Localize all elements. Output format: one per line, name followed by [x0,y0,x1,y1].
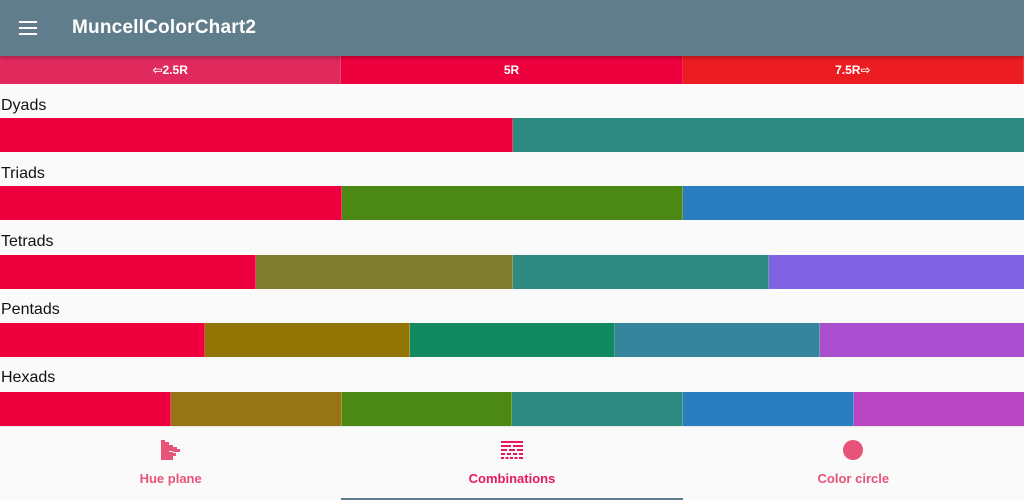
color-swatch[interactable] [205,323,410,357]
color-swatch[interactable] [0,255,257,289]
color-swatch[interactable] [410,323,615,357]
color-swatch[interactable] [615,323,820,357]
group-label-hexads: Hexads [1,369,56,386]
color-swatch[interactable] [0,118,513,152]
group-label-triads: Triads [1,165,45,182]
color-swatch[interactable] [0,392,171,426]
hue-plane-icon [158,437,184,463]
swatch-row-pentads [0,323,1024,357]
color-circle-icon [840,437,866,463]
color-swatch[interactable] [0,186,342,220]
combinations-content: Dyads Triads Tetrads Pentads Hexads [0,84,1024,426]
hue-tab-current[interactable]: 5R [341,56,683,84]
color-swatch[interactable] [170,392,342,426]
nav-label-color-circle: Color circle [817,471,890,486]
color-swatch[interactable] [341,186,684,220]
nav-hue-plane[interactable]: Hue plane [0,427,341,500]
nav-label-combinations: Combinations [468,471,556,486]
menu-button[interactable] [0,0,56,56]
hue-tab-next[interactable]: 7.5R⇨ [682,56,1024,84]
app-bar: MuncellColorChart2 [0,0,1024,56]
app-title: MuncellColorChart2 [72,17,257,38]
swatch-row-triads [0,186,1024,220]
combinations-grid-icon [499,437,525,463]
color-swatch[interactable] [854,392,1024,426]
color-swatch[interactable] [256,255,513,289]
bottom-navigation: Hue plane Combinations Color circle [0,426,1024,500]
color-swatch[interactable] [683,186,1024,220]
nav-color-circle[interactable]: Color circle [683,427,1024,500]
hue-selector-tabs: ⇦2.5R 5R 7.5R⇨ [0,56,1024,84]
color-swatch[interactable] [512,118,1024,152]
color-swatch[interactable] [0,323,205,357]
swatch-row-tetrads [0,255,1024,289]
nav-label-hue-plane: Hue plane [139,471,202,486]
color-swatch[interactable] [768,255,1024,289]
color-swatch[interactable] [512,392,684,426]
swatch-row-hexads [0,392,1024,426]
nav-combinations[interactable]: Combinations [341,427,683,500]
color-swatch[interactable] [820,323,1024,357]
group-label-dyads: Dyads [1,97,47,114]
group-label-tetrads: Tetrads [1,233,54,250]
hamburger-menu-icon [19,21,37,35]
color-swatch[interactable] [512,255,769,289]
color-swatch[interactable] [341,392,513,426]
color-swatch[interactable] [683,392,855,426]
hue-tab-previous[interactable]: ⇦2.5R [0,56,342,84]
group-label-pentads: Pentads [1,301,60,318]
swatch-row-dyads [0,118,1024,152]
